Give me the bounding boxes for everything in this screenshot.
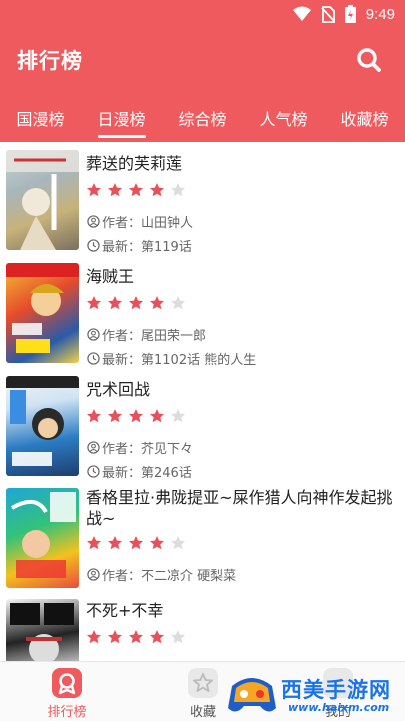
star-icon xyxy=(150,630,164,644)
star-icon xyxy=(188,668,218,698)
star-icon xyxy=(108,183,122,197)
page-title: 排行榜 xyxy=(17,49,83,73)
author-text: 作者：不二凉介 硬梨菜 xyxy=(102,569,237,584)
user-icon xyxy=(87,441,100,454)
rating-stars xyxy=(86,408,186,424)
star-icon xyxy=(108,630,122,644)
star-icon xyxy=(87,630,101,644)
star-icon xyxy=(129,296,143,310)
star-icon xyxy=(87,536,101,550)
tab-riman[interactable]: 日漫榜 xyxy=(81,92,162,142)
clock-icon xyxy=(87,239,100,252)
list-item[interactable]: 咒术回战 作者：芥见下々 最新：第246话 xyxy=(0,374,405,482)
status-icons: 9:49 xyxy=(292,4,395,24)
watermark-text: 西美手游网 xyxy=(281,678,391,702)
star-icon xyxy=(171,536,185,550)
star-icon xyxy=(108,409,122,423)
list-item[interactable]: 香格里拉·弗陇提亚~屎作猎人向神作发起挑战~ 作者：不二凉介 硬梨菜 xyxy=(0,487,405,595)
star-icon xyxy=(171,409,185,423)
app-bar: 排行榜 xyxy=(0,28,405,92)
no-sim-icon xyxy=(321,5,335,23)
comic-title: 咒术回战 xyxy=(86,380,151,399)
star-icon xyxy=(129,183,143,197)
tab-guoman[interactable]: 国漫榜 xyxy=(0,92,81,142)
author-line: 作者：芥见下々 xyxy=(87,438,193,457)
watermark-logo: 西美手游网 www.haixm.com xyxy=(226,672,402,718)
rating-stars xyxy=(86,182,186,198)
ranking-icon xyxy=(52,668,82,698)
star-icon xyxy=(171,183,185,197)
comic-title: 海贼王 xyxy=(86,267,135,286)
author-text: 作者：尾田荣一郎 xyxy=(102,329,207,344)
tab-zonghe[interactable]: 综合榜 xyxy=(162,92,243,142)
star-icon xyxy=(150,536,164,550)
latest-line: 最新：第119话 xyxy=(87,236,192,255)
star-icon xyxy=(150,183,164,197)
nav-label: 排行榜 xyxy=(47,705,87,720)
star-icon xyxy=(87,409,101,423)
star-icon xyxy=(150,409,164,423)
cover-image xyxy=(6,488,79,588)
star-icon xyxy=(108,296,122,310)
latest-text: 最新：第246话 xyxy=(102,466,192,481)
cover-image xyxy=(6,150,79,250)
cover-image xyxy=(6,263,79,363)
list-item[interactable]: 不死+不幸 xyxy=(0,597,405,661)
star-icon xyxy=(129,536,143,550)
watermark-url: www.haixm.com xyxy=(288,701,390,714)
rating-stars xyxy=(86,629,186,645)
gamepad-logo-icon xyxy=(228,678,276,712)
clock-icon xyxy=(87,352,100,365)
search-icon xyxy=(357,48,381,72)
author-text: 作者：芥见下々 xyxy=(102,442,194,457)
tab-bar: 国漫榜 日漫榜 综合榜 人气榜 收藏榜 xyxy=(0,92,405,142)
latest-text: 最新：第119话 xyxy=(102,240,192,255)
star-icon xyxy=(108,536,122,550)
star-icon xyxy=(150,296,164,310)
star-icon xyxy=(87,183,101,197)
author-line: 作者：尾田荣一郎 xyxy=(87,325,206,344)
star-icon xyxy=(129,630,143,644)
comic-title: 香格里拉·弗陇提亚~屎作猎人向神作发起挑战~ xyxy=(86,488,393,528)
star-icon xyxy=(87,296,101,310)
latest-line: 最新：第246话 xyxy=(87,462,192,481)
comic-title: 不死+不幸 xyxy=(86,601,164,620)
clock-icon xyxy=(87,465,100,478)
search-button[interactable] xyxy=(355,46,383,74)
star-icon xyxy=(171,296,185,310)
wifi-icon xyxy=(292,6,311,21)
battery-icon xyxy=(344,5,356,23)
cover-image xyxy=(6,376,79,476)
rating-stars xyxy=(86,535,186,551)
latest-text: 最新：第1102话 熊的人生 xyxy=(102,353,257,368)
user-icon xyxy=(87,215,100,228)
list-item[interactable]: 葬送的芙莉莲 作者：山田钟人 最新：第119话 xyxy=(0,148,405,256)
author-line: 作者：不二凉介 硬梨菜 xyxy=(87,565,236,584)
list-item[interactable]: 海贼王 作者：尾田荣一郎 最新：第1102话 熊的人生 xyxy=(0,261,405,369)
author-text: 作者：山田钟人 xyxy=(102,216,194,231)
tab-shoucang[interactable]: 收藏榜 xyxy=(324,92,405,142)
comic-title: 葬送的芙莉莲 xyxy=(86,154,183,173)
status-bar: 9:49 xyxy=(0,0,405,28)
user-icon xyxy=(87,328,100,341)
star-icon xyxy=(129,409,143,423)
rating-stars xyxy=(86,295,186,311)
cover-image xyxy=(6,599,79,661)
latest-line: 最新：第1102话 熊的人生 xyxy=(87,349,256,368)
star-icon xyxy=(171,630,185,644)
author-line: 作者：山田钟人 xyxy=(87,212,193,231)
nav-ranking[interactable]: 排行榜 xyxy=(27,668,107,720)
status-time: 9:49 xyxy=(365,5,395,23)
user-icon xyxy=(87,568,100,581)
ranking-list: 葬送的芙莉莲 作者：山田钟人 最新：第119话 海贼王 作者：尾田荣一郎 最新：… xyxy=(0,142,405,661)
tab-renqi[interactable]: 人气榜 xyxy=(243,92,324,142)
